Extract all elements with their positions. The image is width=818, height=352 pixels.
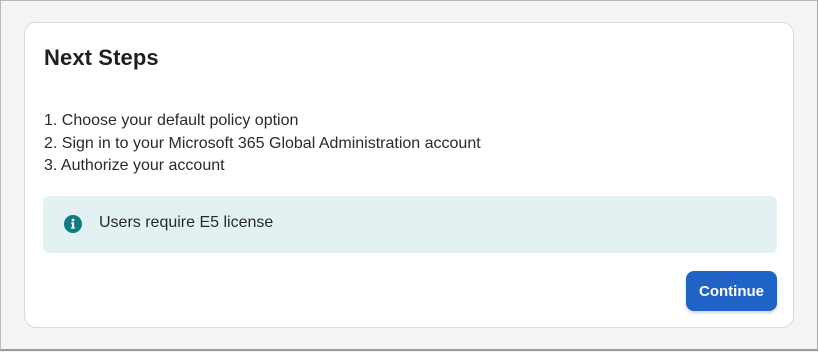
continue-button[interactable]: Continue <box>686 271 777 311</box>
steps-list: 1. Choose your default policy option 2. … <box>44 110 481 178</box>
page-title: Next Steps <box>44 45 159 70</box>
next-steps-card: Next Steps 1. Choose your default policy… <box>24 22 794 328</box>
window-frame: Next Steps 1. Choose your default policy… <box>0 0 818 351</box>
step-item: 1. Choose your default policy option <box>44 112 299 129</box>
license-notice: Users require E5 license <box>43 196 777 253</box>
info-icon <box>64 215 82 233</box>
notice-text: Users require E5 license <box>99 214 274 231</box>
step-item: 2. Sign in to your Microsoft 365 Global … <box>44 134 481 152</box>
step-item: 3. Authorize your account <box>44 157 225 174</box>
